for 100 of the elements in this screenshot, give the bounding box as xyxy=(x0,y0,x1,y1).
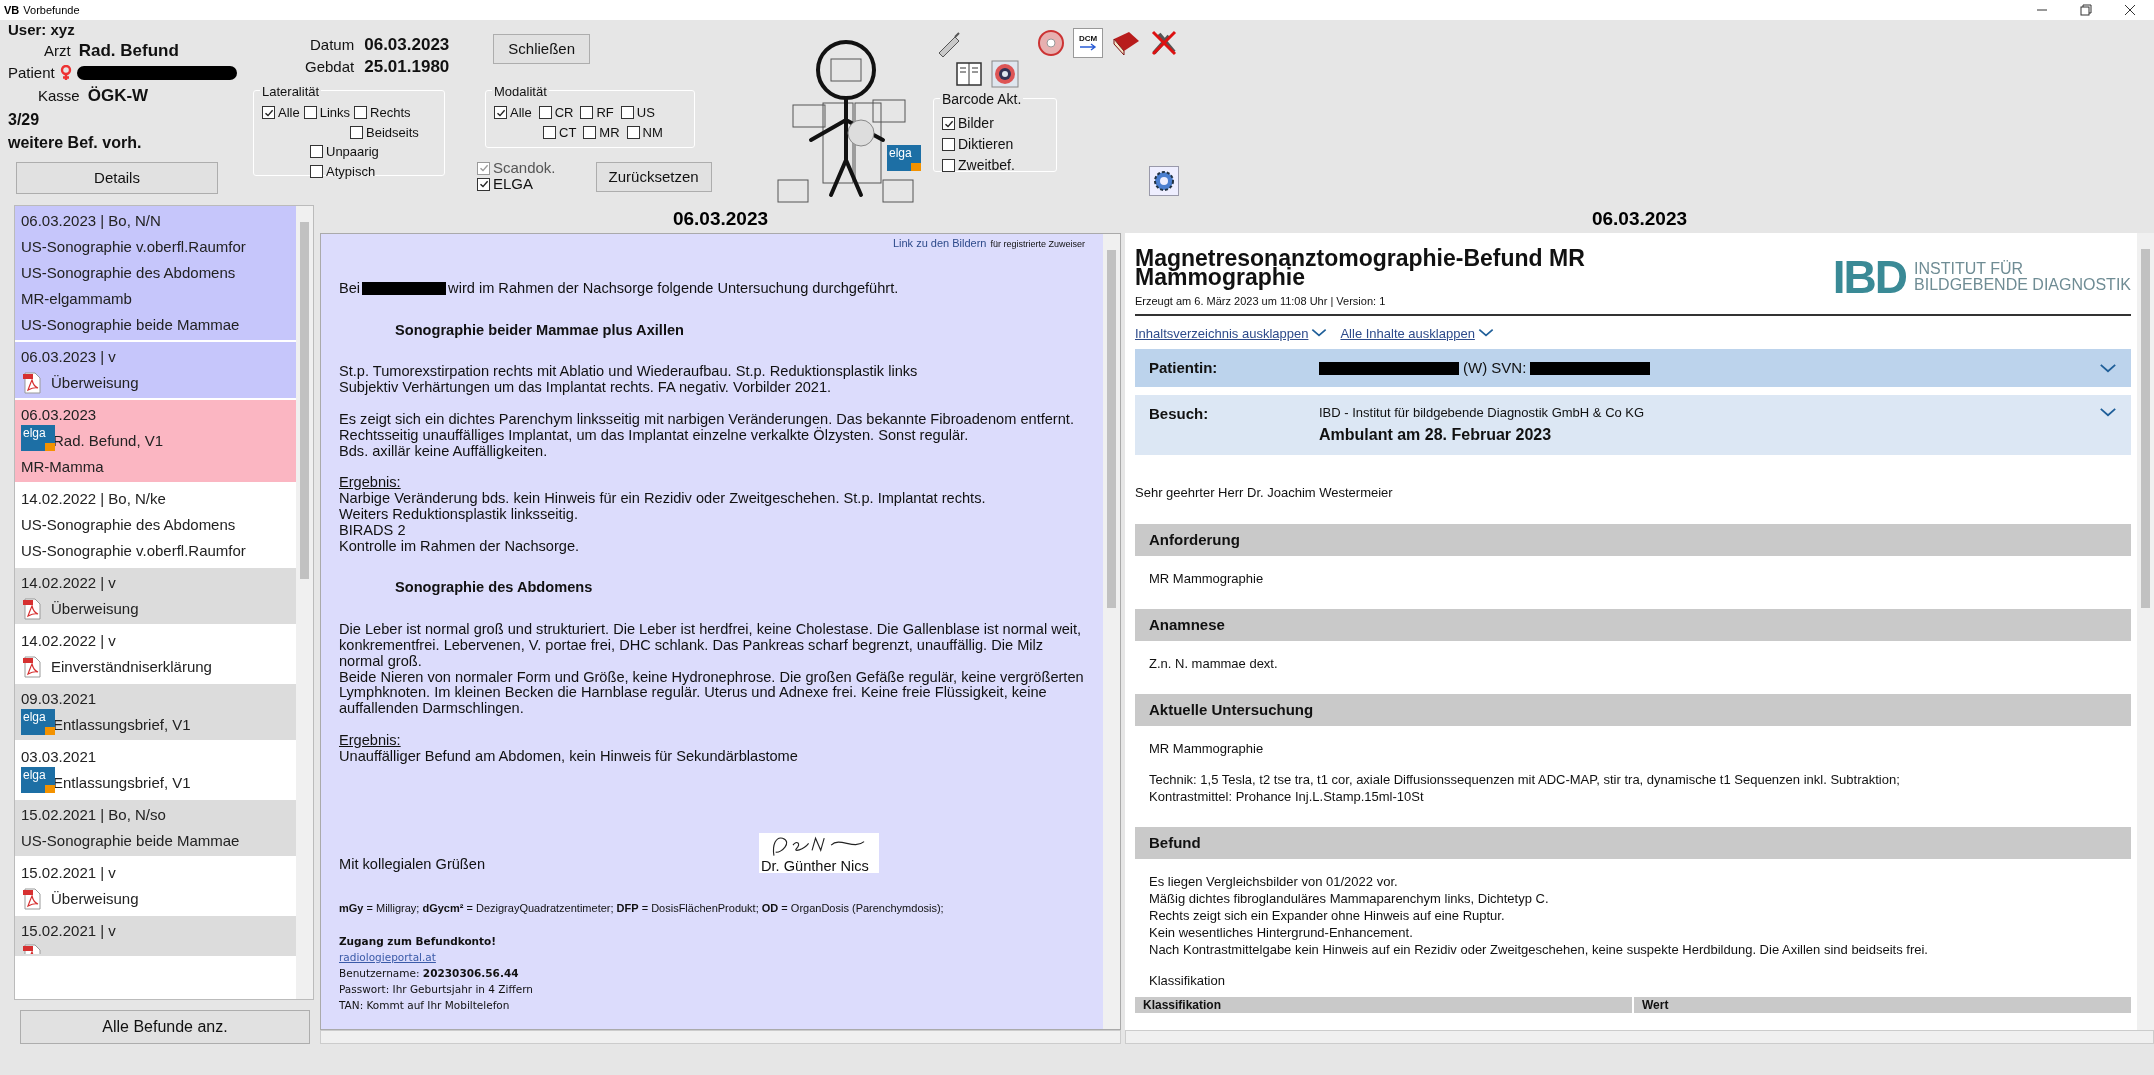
expand-link[interactable]: Inhaltsverzeichnis ausklappen xyxy=(1135,323,1329,343)
field-label: Kasse xyxy=(38,86,80,106)
report-text: Die Leber ist normal groß und strukturiert. Die Leber ist herdfrei, keine Cholestase. Die Gallenblase ist normal weit, konkrementfrei. Lebervenen, V. portae frei, DHC schlank. Das Pankreas scharf begrenzt, unauffällig. Die Milz normal groß. xyxy=(339,622,1083,670)
field-label: Patient xyxy=(8,63,55,83)
report-line: Überweisung xyxy=(51,373,139,393)
chevron-down-icon[interactable] xyxy=(2099,407,2117,418)
table-header-cell: Wert xyxy=(1634,997,2131,1013)
female-icon xyxy=(58,65,73,81)
report-text: BIRADS 2 xyxy=(339,522,406,539)
checkbox[interactable] xyxy=(354,106,368,120)
pdf-file-icon xyxy=(21,598,43,620)
report-line: US-Sonographie beide Mammae xyxy=(21,831,240,851)
report-text: Unauffälliger Befund am Abdomen, kein Hinweis für Sekundärblastome xyxy=(339,748,799,765)
report-list-item[interactable]: 06.03.2023 | v Überweisung xyxy=(15,342,296,398)
checkbox[interactable] xyxy=(580,106,594,120)
tools-cross-icon[interactable] xyxy=(1149,28,1179,58)
field-label: Datum xyxy=(309,35,355,55)
elga-logo: elga xyxy=(887,145,921,171)
report-text: Bds. axillär keine Auffälligkeiten. xyxy=(339,443,548,460)
report-line: US-Sonographie des Abdomens xyxy=(21,515,236,535)
restore-icon[interactable] xyxy=(2080,4,2092,16)
expand-link[interactable]: Alle Inhalte ausklappen xyxy=(1340,323,1495,343)
abbreviations-note: mGy = Milligray; dGycm² = DezigrayQuadratzentimeter; DFP = DosisFlächenProdukt; OD = OrganDosis (Parenchymdosis); xyxy=(339,900,945,916)
report-list-item[interactable]: 06.03.2023 | Bo, N/N US-Sonographie v.oberfl.Raumfor US-Sonographie des Abdomens MR-elgammamb US-Sonographie beide Mammae xyxy=(15,206,296,340)
section-text: Kontrastmittel: Prohance Inj.L.Stamp.15ml-10St xyxy=(1149,788,1425,805)
report-line: US-Sonographie v.oberfl.Raumfor xyxy=(21,237,246,257)
report-line: Einverständniserklärung xyxy=(51,657,212,677)
checkbox[interactable] xyxy=(942,138,955,151)
checkbox[interactable] xyxy=(620,106,634,120)
report-date: 06.03.2023 xyxy=(21,405,98,425)
field-value: (W) SVN: xyxy=(1463,357,1527,378)
field-value: Rad. Befund xyxy=(78,40,179,62)
book-icon[interactable] xyxy=(1111,29,1141,57)
more-reports-note: weitere Bef. vorh. xyxy=(8,133,143,153)
checkbox[interactable] xyxy=(310,145,323,159)
user-label: User: xyz xyxy=(8,20,76,40)
checkbox[interactable] xyxy=(310,164,323,178)
report-text: Beide Nieren von normaler Form und Größe, keine Hydronephrose. Die großen Gefäße regulär, keine vergrößerten Lymphknoten. Im kleinen Becken die Harnblase regulär. Uterus und Adnexe frei. Keine freie Flüssigkeit, keine auffallenden Darmschlingen. xyxy=(339,669,1085,717)
checkbox-label: Links xyxy=(319,104,351,122)
field-label: Besuch: xyxy=(1149,404,1210,424)
horizontal-scrollbar[interactable] xyxy=(320,1030,1121,1044)
reset-button[interactable]: Zurücksetzen xyxy=(595,162,712,192)
access-title: Zugang zum Befundkonto! xyxy=(339,934,498,950)
section-header: Befund xyxy=(1135,827,2131,859)
disc-icon[interactable] xyxy=(1037,29,1065,57)
report-text: St.p. Tumorexstirpation rechts mit Ablatio und Wiederaufbau. St.p. Reduktionsplastik links xyxy=(339,364,919,381)
checkbox-label: Zweitbef. xyxy=(958,156,1015,175)
section-text: Kein wesentliches Hintergrund-Enhancement. xyxy=(1149,924,1414,941)
report-list-item[interactable]: 15.02.2021 | v xyxy=(15,916,296,956)
details-button[interactable]: Details xyxy=(16,162,218,194)
checkbox-label: CR xyxy=(554,104,574,122)
report-date: 14.02.2022 | v xyxy=(21,573,117,593)
split-page-icon[interactable] xyxy=(955,60,983,88)
checkbox[interactable] xyxy=(942,117,955,130)
scrollbar[interactable] xyxy=(1103,234,1120,1029)
checkbox-label: ELGA xyxy=(493,176,534,192)
close-button[interactable]: Schließen xyxy=(493,34,590,64)
checkbox[interactable] xyxy=(942,159,955,172)
field-label: Patientin: xyxy=(1149,357,1219,378)
report-list-item[interactable]: 15.02.2021 | Bo, N/so US-Sonographie beide Mammae xyxy=(15,800,296,856)
section-header: Anforderung xyxy=(1135,524,2131,556)
report-line: MR-elgammamb xyxy=(21,289,132,309)
checkbox-label: Alle xyxy=(510,104,532,122)
checkbox-label: MR xyxy=(599,123,620,142)
scrollbar[interactable] xyxy=(2137,233,2154,1030)
report-line: Überweisung xyxy=(51,889,139,909)
report-line: Entlassungsbrief, V1 xyxy=(53,715,191,735)
checkbox[interactable] xyxy=(583,125,597,139)
report-meta: Erzeugt am 6. März 2023 um 11:08 Uhr | Version: 1 xyxy=(1135,294,1387,309)
report-date: 06.03.2023 | Bo, N/N xyxy=(21,211,162,231)
report-list-item[interactable]: 14.02.2022 | v Überweisung xyxy=(15,568,296,624)
show-all-reports-button[interactable]: Alle Befunde anz. xyxy=(20,1010,310,1044)
field-label: Arzt xyxy=(44,41,71,61)
checkbox[interactable] xyxy=(350,125,363,139)
arrow-icon xyxy=(1078,43,1098,51)
checkbox[interactable] xyxy=(626,125,640,139)
report-text: Subjektiv Verhärtungen um das Implantat rechts. FA negativ. Vorbilder 2021. xyxy=(339,380,833,396)
checkbox[interactable] xyxy=(538,106,552,120)
report-date: 14.02.2022 | Bo, N/ke xyxy=(21,489,167,509)
close-icon[interactable] xyxy=(2124,4,2136,16)
settings-icon[interactable] xyxy=(1149,166,1179,196)
checkbox[interactable] xyxy=(262,106,275,120)
images-link[interactable]: Link zu den Bildern xyxy=(892,236,987,252)
chevron-down-icon[interactable] xyxy=(2099,362,2117,374)
checkbox[interactable] xyxy=(303,106,317,120)
scrollbar[interactable] xyxy=(296,206,313,999)
checkbox[interactable] xyxy=(494,106,507,120)
table-header-cell: Klassifikation xyxy=(1135,997,1632,1013)
elga-logo: elga xyxy=(21,425,55,451)
section-header: Aktuelle Untersuchung xyxy=(1135,694,2131,726)
institute-name: BILDGEBENDE DIAGNOSTIK xyxy=(1914,277,2131,293)
checkbox[interactable] xyxy=(477,177,490,191)
portal-link[interactable]: radiologieportal.at xyxy=(339,950,1085,966)
report-list-item[interactable]: 09.03.2021 elga Entlassungsbrief, V1 xyxy=(15,684,296,740)
checkbox[interactable] xyxy=(543,125,556,139)
checkbox-label: NM xyxy=(642,123,663,142)
dicom-send-button[interactable]: DCM xyxy=(1073,28,1103,58)
horizontal-scrollbar[interactable] xyxy=(1125,1030,2154,1044)
scanner-icon[interactable] xyxy=(991,60,1019,88)
report-text: Rechtsseitig unauffälliges Implantat, um das Implantat einzelne verkalkte Ölzysten. Sonst regulär. xyxy=(339,427,970,444)
